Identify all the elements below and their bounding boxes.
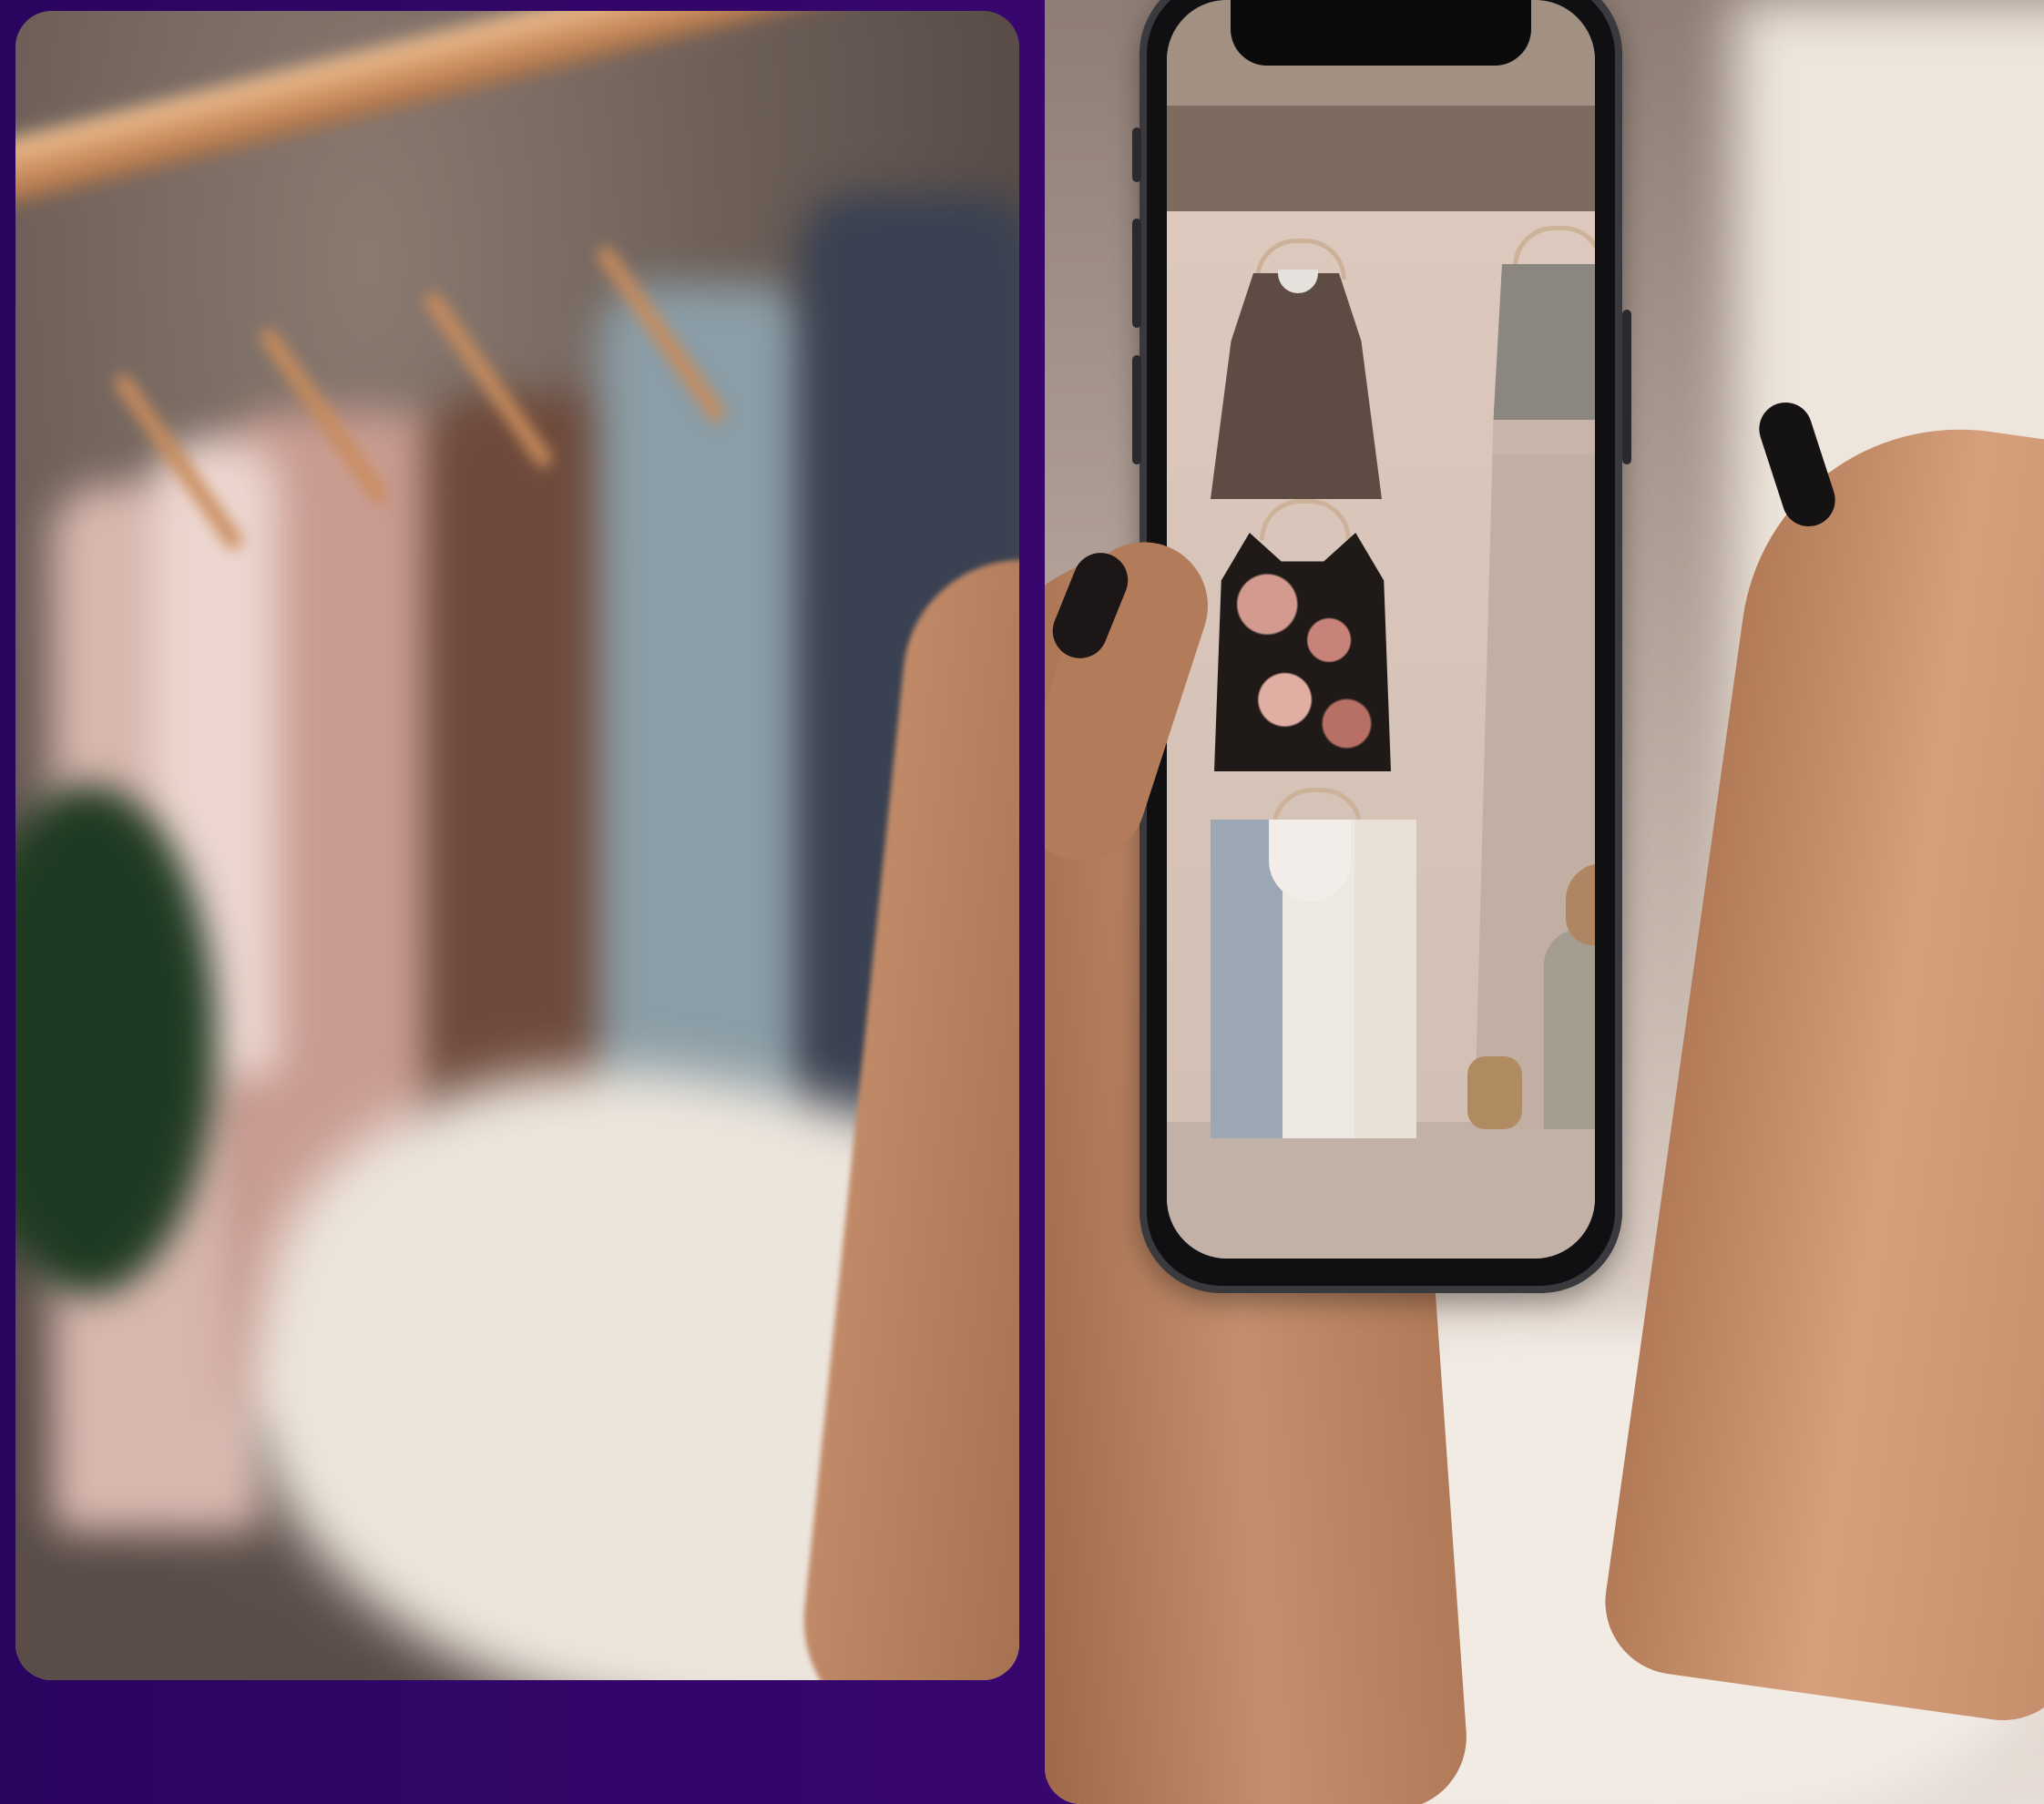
screen-header-band <box>1167 106 1595 211</box>
tan-handbag[interactable] <box>1467 1056 1522 1129</box>
volume-down-button <box>1132 355 1141 464</box>
right-photo-panel <box>1045 0 2044 1804</box>
phone-screen[interactable] <box>1167 0 1595 1259</box>
left-photo-panel <box>15 11 1019 1680</box>
right-hand <box>1596 401 2044 1730</box>
smartphone <box>1140 0 1622 1293</box>
power-button <box>1622 310 1631 464</box>
blurred-garment <box>598 284 817 1195</box>
cardigan-collar <box>1269 820 1351 902</box>
phone-notch <box>1231 0 1531 66</box>
mute-switch <box>1132 127 1141 182</box>
person-figure <box>1544 929 1595 1129</box>
floral-tank-top[interactable] <box>1214 533 1391 771</box>
wardrobe-floor <box>1167 1122 1595 1259</box>
volume-up-button <box>1132 219 1141 328</box>
